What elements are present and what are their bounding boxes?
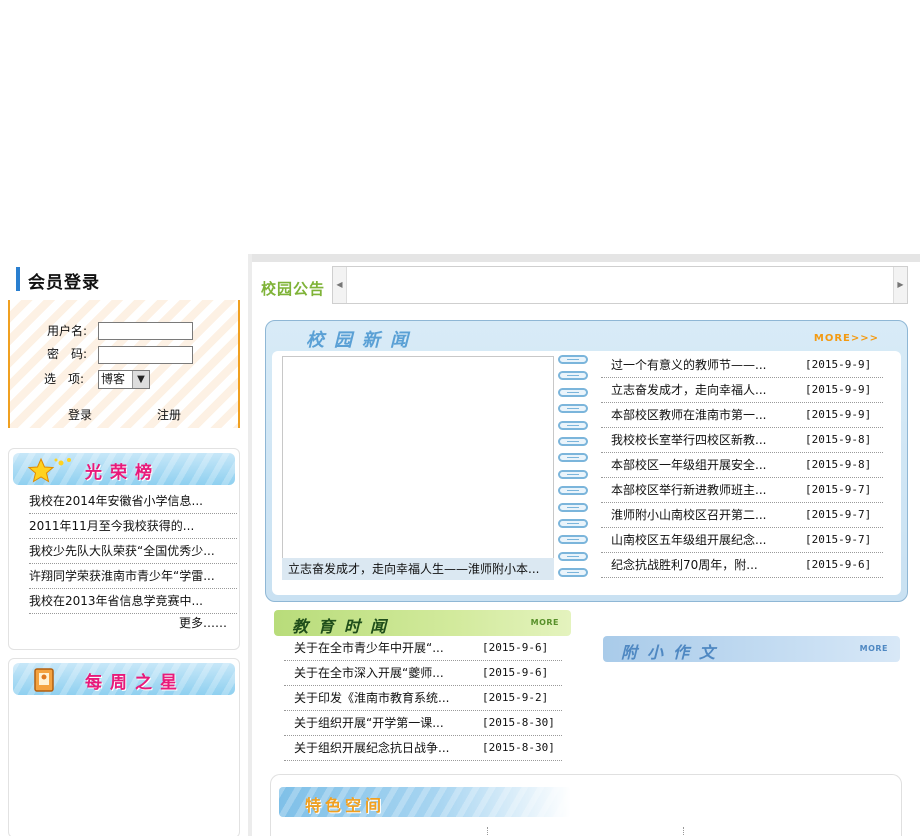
list-item[interactable]: 我校在2013年省信息学竞赛中... (29, 589, 237, 614)
username-label: 用户名: (47, 324, 88, 338)
edu-news-title: 教育时闻 (292, 617, 397, 636)
notice-scroller: ◀ ▶ (332, 266, 908, 304)
news-item[interactable]: 山南校区五年级组开展纪念... [2015-9-7] (601, 528, 883, 553)
news-item[interactable]: 纪念抗战胜利70周年，附... [2015-9-6] (601, 553, 883, 578)
notice-label: 校园公告 (261, 280, 326, 298)
ring-icon (558, 371, 588, 381)
option-select-value: 博客 (101, 372, 126, 386)
ring-icon (558, 486, 588, 496)
news-item[interactable]: 过一个有意义的教师节——... [2015-9-9] (601, 353, 883, 378)
star-icon (27, 457, 71, 483)
news-list: 过一个有意义的教师节——... [2015-9-9] 立志奋发成才，走向幸福人..… (601, 353, 883, 578)
edu-news-item[interactable]: 关于印发《淮南市教育系统... [2015-9-2] (284, 686, 562, 711)
title-accent-bar (16, 267, 20, 291)
feature-space-title: 特色空间 (305, 796, 386, 815)
honor-more-link[interactable]: 更多…… (179, 614, 227, 631)
news-content: 立志奋发成才，走向幸福人生——淮师附小本... 过一个有意义的教师节——...[… (272, 351, 901, 595)
news-item[interactable]: 我校校长室举行四校区新教... [2015-9-8] (601, 428, 883, 453)
edu-news-item[interactable]: 关于组织开展纪念抗日战争... [2015-8-30] (284, 736, 562, 761)
news-item[interactable]: 本部校区一年级组开展安全... [2015-9-8] (601, 453, 883, 478)
password-label: 密 码: (47, 347, 88, 361)
ring-icon (558, 502, 588, 512)
ring-icon (558, 535, 588, 545)
news-item[interactable]: 本部校区举行新进教师班主... [2015-9-7] (601, 478, 883, 503)
edu-news-header: 教育时闻 MORE (274, 610, 571, 636)
news-photo-caption[interactable]: 立志奋发成才，走向幸福人生——淮师附小本... (282, 558, 554, 580)
composition-header: 附小作文 MORE (603, 636, 900, 662)
chevron-down-icon: ▼ (132, 371, 149, 388)
edu-news-item[interactable]: 关于组织开展“开学第一课... [2015-8-30] (284, 711, 562, 736)
ring-icon (558, 436, 588, 446)
ring-icon (558, 469, 588, 479)
composition-more-link[interactable]: MORE (860, 644, 888, 653)
list-item[interactable]: 2011年11月至今我校获得的... (29, 514, 237, 539)
news-item[interactable]: 淮师附小山南校区召开第二... [2015-9-7] (601, 503, 883, 528)
scroll-right-icon[interactable]: ▶ (893, 267, 907, 303)
option-row: 选 项: (44, 369, 96, 389)
login-form: 用户名: 密 码: 选 项: 博客 ▼ 登录 注册 (8, 300, 240, 428)
ring-icon (558, 387, 588, 397)
login-section-title: 会员登录 (16, 266, 236, 293)
password-row: 密 码: (44, 344, 96, 364)
weekly-star-header: 每周之星 (13, 663, 235, 695)
username-row: 用户名: (44, 321, 96, 341)
ring-icon (558, 551, 588, 561)
weekly-star-title: 每周之星 (85, 673, 185, 693)
divider (683, 827, 685, 836)
list-item[interactable]: 许翔同学荣获淮南市青少年“学雷... (29, 564, 237, 589)
ring-icon (558, 453, 588, 463)
edu-news-list: 关于在全市青少年中开展“... [2015-9-6] 关于在全市深入开展“夔师..… (284, 636, 562, 761)
option-select[interactable]: 博客 ▼ (98, 370, 150, 389)
password-input[interactable] (98, 346, 193, 364)
column-divider (248, 254, 252, 836)
notebook-rings (558, 355, 590, 581)
ring-icon (558, 518, 588, 528)
campus-news-panel: 校园新闻 MORE>>> 立志奋发成才，走向幸福人生——淮师附小本... 过一个… (265, 320, 908, 602)
scroll-left-icon[interactable]: ◀ (333, 267, 347, 303)
news-title: 校园新闻 (306, 330, 418, 351)
list-item[interactable]: 我校在2014年安徽省小学信息... (29, 489, 237, 514)
feature-space-panel: 特色空间 (270, 774, 902, 836)
ring-icon (558, 404, 588, 414)
honor-header: 光荣榜 (13, 453, 235, 485)
photo-frame-icon (34, 668, 54, 692)
top-divider (248, 254, 920, 262)
news-item[interactable]: 本部校区教师在淮南市第一... [2015-9-9] (601, 403, 883, 428)
edu-news-item[interactable]: 关于在全市青少年中开展“... [2015-9-6] (284, 636, 562, 661)
edu-more-link[interactable]: MORE (531, 618, 559, 627)
ring-icon (558, 420, 588, 430)
news-item[interactable]: 立志奋发成才，走向幸福人... [2015-9-9] (601, 378, 883, 403)
login-title-text: 会员登录 (28, 273, 100, 293)
ring-icon (558, 568, 588, 578)
login-button[interactable]: 登录 (68, 406, 92, 423)
composition-title: 附小作文 (621, 643, 726, 662)
ring-icon (558, 355, 588, 364)
list-item[interactable]: 我校少先队大队荣获“全国优秀少... (29, 539, 237, 564)
news-more-link[interactable]: MORE>>> (814, 333, 879, 344)
feature-space-header: 特色空间 (279, 787, 571, 817)
honor-panel: 光荣榜 我校在2014年安徽省小学信息... 2011年11月至今我校获得的..… (8, 448, 240, 650)
honor-list: 我校在2014年安徽省小学信息... 2011年11月至今我校获得的... 我校… (29, 489, 237, 614)
register-button[interactable]: 注册 (157, 406, 181, 423)
honor-title: 光荣榜 (85, 463, 160, 483)
weekly-star-panel: 每周之星 (8, 658, 240, 836)
option-label: 选 项: (44, 372, 85, 386)
username-input[interactable] (98, 322, 193, 340)
edu-news-item[interactable]: 关于在全市深入开展“夔师... [2015-9-6] (284, 661, 562, 686)
divider (487, 827, 489, 836)
news-photo[interactable] (282, 356, 554, 578)
